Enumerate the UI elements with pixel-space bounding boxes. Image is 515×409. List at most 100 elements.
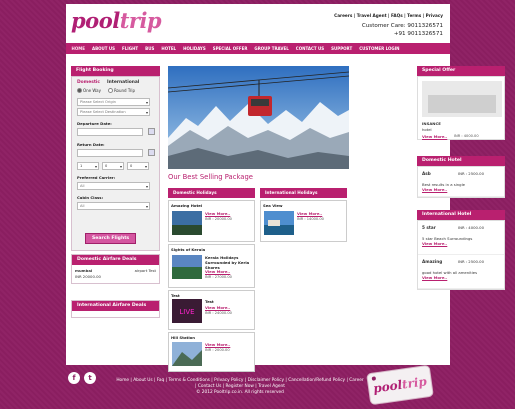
facebook-icon[interactable]: f	[68, 372, 80, 384]
view-more-link[interactable]: View More..	[422, 275, 447, 280]
special-offer-card[interactable]: INSANCE hotel View More.. INR : 4000.00	[417, 76, 505, 140]
adults-select[interactable]: 1	[77, 162, 99, 170]
twitter-icon[interactable]: t	[84, 372, 96, 384]
package-price: INR : 14000.00	[297, 217, 324, 221]
view-more-link[interactable]: View More..	[422, 241, 447, 246]
package-description: Test	[205, 299, 214, 304]
origin-select[interactable]: Please Select Origin	[77, 98, 150, 106]
tab-international[interactable]: International	[107, 80, 139, 85]
view-more-link[interactable]: View More..	[205, 269, 230, 274]
package-price: INR : 20000.00	[205, 217, 232, 221]
domestic-holidays-title: Domestic Holidays	[168, 188, 255, 198]
return-date-label: Return Date:	[77, 142, 105, 147]
carrier-select[interactable]: All	[77, 182, 150, 190]
international-holidays-title: International Holidays	[260, 188, 347, 198]
intl-airfare-title: International Airfare Deals	[72, 301, 159, 311]
calendar-icon[interactable]	[148, 149, 155, 156]
intl-hotel-box: 5 star INR : 4000.00 5 star Beach Surrou…	[417, 220, 505, 290]
flight-booking-title: Flight Booking	[71, 66, 160, 76]
right-column: Special Offer INSANCE hotel View More.. …	[417, 66, 505, 290]
nav-hotel[interactable]: HOTEL	[158, 46, 180, 51]
one-way-radio[interactable]: One Way	[77, 88, 101, 93]
departure-date-label: Departure Date:	[77, 121, 112, 126]
package-card[interactable]: Sights of Kerala Kerala Holidays Surroun…	[168, 244, 255, 288]
nav-special-offer[interactable]: SPECIAL OFFER	[209, 46, 251, 51]
nav-group-travel[interactable]: GROUP TRAVEL	[251, 46, 292, 51]
nav-flight[interactable]: FLIGHT	[119, 46, 142, 51]
package-thumbnail	[172, 255, 202, 279]
view-more-link[interactable]: View More..	[422, 187, 447, 192]
nav-about-us[interactable]: ABOUT US	[88, 46, 118, 51]
view-more-link[interactable]: View More..	[422, 134, 447, 139]
fare-price: INR 20000.00	[75, 274, 101, 279]
flight-booking-form: Domestic International One Way Round Tri…	[71, 76, 160, 251]
intl-hotel-title: International Hotel	[417, 210, 505, 220]
view-more-link[interactable]: View More..	[205, 211, 230, 216]
special-offer-name: INSANCE	[422, 121, 441, 126]
main-nav: HOME ABOUT US FLIGHT BUS HOTEL HOLIDAYS …	[66, 43, 450, 54]
fare-destination: airport Test	[134, 268, 156, 273]
page-container: pooltrip Careers | Travel Agent | FAQs |…	[66, 4, 505, 372]
left-column: Flight Booking Domestic International On…	[71, 66, 160, 318]
package-description: Kerala Holidays Surrounded by Kerla Shor…	[205, 255, 250, 270]
social-links: f t	[68, 372, 96, 384]
hotel-item[interactable]: Amazing INR : 2500.00 good hotel with al…	[418, 255, 504, 289]
view-more-link[interactable]: View More..	[297, 211, 322, 216]
international-holidays-column: International Holidays Sea View View Mor…	[260, 188, 347, 242]
package-price: INR : 27000.00	[205, 275, 232, 279]
svg-text:LIVE: LIVE	[179, 308, 194, 316]
domestic-hotel-box: Asb INR : 2500.00 Best results in a sing…	[417, 166, 505, 198]
view-more-link[interactable]: View More..	[205, 305, 230, 310]
round-trip-radio[interactable]: Round Trip	[107, 88, 135, 93]
nav-holidays[interactable]: HOLIDAYS	[180, 46, 210, 51]
infants-select[interactable]: 0	[127, 162, 149, 170]
copyright: © 2012 Pooltrip.co.in. All rights reserv…	[196, 390, 284, 395]
top-links[interactable]: Careers | Travel Agent | FAQs | Terms | …	[334, 13, 443, 18]
return-date-input[interactable]	[77, 149, 143, 157]
special-offer-title: Special Offer	[417, 66, 505, 76]
nav-support[interactable]: SUPPORT	[328, 46, 356, 51]
nav-bus[interactable]: BUS	[142, 46, 158, 51]
destination-select[interactable]: Please Select Destination	[77, 108, 150, 116]
footer: Home | About Us | Faq | Terms & Conditio…	[100, 378, 380, 396]
package-card[interactable]: Test LIVE Test View More.. INR : 24000.0…	[168, 290, 255, 330]
package-card[interactable]: Sea View View More.. INR : 14000.00	[260, 200, 347, 242]
cabin-select[interactable]: All	[77, 202, 150, 210]
package-thumbnail	[172, 342, 202, 366]
package-card[interactable]: Amazing Hotel View More.. INR : 20000.00	[168, 200, 255, 242]
package-card[interactable]: Hill Station View More.. INR : 2000.00	[168, 332, 255, 372]
special-offer-sub: hotel	[422, 127, 432, 132]
special-offer-price: INR : 4000.00	[454, 134, 479, 138]
customer-care-phone: Customer Care: 9011326571	[361, 23, 443, 29]
best-selling-heading: Our Best Selling Package	[168, 173, 253, 181]
package-thumbnail	[172, 211, 202, 235]
nav-customer-login[interactable]: CUSTOMER LOGIN	[356, 46, 403, 51]
package-price: INR : 2000.00	[205, 348, 230, 352]
intl-airfare-box: International Airfare Deals	[71, 300, 160, 318]
hotel-item[interactable]: 5 star INR : 4000.00 5 star Beach Surrou…	[418, 221, 504, 255]
fare-route[interactable]: mumbai	[75, 268, 92, 273]
search-flights-button[interactable]: Search Flights	[85, 233, 137, 244]
departure-date-input[interactable]	[77, 128, 143, 136]
domestic-airfare-title: Domestic Airfare Deals	[72, 255, 159, 265]
domestic-hotel-title: Domestic Hotel	[417, 156, 505, 166]
site-logo[interactable]: pooltrip	[71, 8, 162, 33]
hotel-item[interactable]: Asb INR : 2500.00 Best results in a sing…	[418, 167, 504, 197]
carrier-label: Preferred Carrier:	[77, 175, 116, 180]
cabin-label: Cabin Class:	[77, 195, 104, 200]
calendar-icon[interactable]	[148, 128, 155, 135]
radio-selected-icon	[77, 88, 82, 93]
cable-car-banner-image	[168, 66, 349, 169]
center-column: Our Best Selling Package	[168, 66, 349, 184]
view-more-link[interactable]: View More..	[205, 342, 230, 347]
nav-contact-us[interactable]: CONTACT US	[292, 46, 327, 51]
radio-empty-icon	[107, 88, 113, 93]
tab-domestic[interactable]: Domestic	[77, 80, 100, 85]
package-thumbnail	[264, 211, 294, 235]
domestic-airfare-box: Domestic Airfare Deals mumbai airport Te…	[71, 254, 160, 284]
nav-home[interactable]: HOME	[68, 46, 88, 51]
special-offer-image	[422, 81, 502, 117]
children-select[interactable]: 0	[102, 162, 124, 170]
package-thumbnail: LIVE	[172, 299, 202, 323]
customer-care-phone-alt: +91 9011326571	[393, 31, 443, 37]
